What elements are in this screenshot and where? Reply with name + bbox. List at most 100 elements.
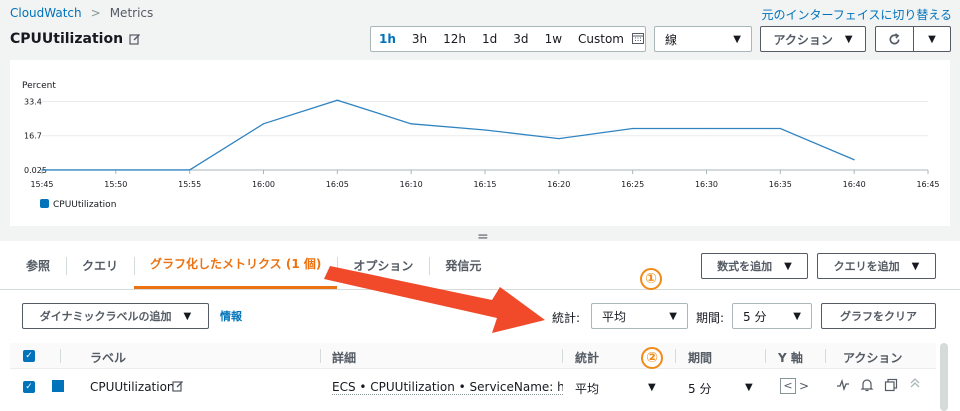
add-query-label: クエリを追加: [833, 260, 900, 273]
stat-value: 平均: [602, 309, 627, 324]
range-12h[interactable]: 12h: [435, 32, 474, 46]
y-tick-label: 16.7: [24, 132, 42, 141]
stat-select[interactable]: 平均 ▼: [591, 303, 688, 329]
refresh-options-caret-icon[interactable]: ▼: [914, 34, 950, 45]
column-divider: [825, 349, 826, 363]
legend-swatch: [40, 199, 49, 208]
scrollbar[interactable]: [940, 343, 948, 411]
header-details[interactable]: 詳細: [332, 349, 356, 366]
row-stat: 平均: [575, 382, 600, 396]
select-all-checkbox[interactable]: ✓: [23, 350, 35, 362]
header-yaxis[interactable]: Y 軸: [778, 349, 803, 366]
breadcrumb-current: Metrics: [109, 6, 154, 20]
add-math-button[interactable]: 数式を追加 ▼: [701, 253, 808, 279]
copy-icon[interactable]: [884, 378, 898, 396]
column-divider: [675, 349, 676, 363]
chevron-right-icon: >: [90, 6, 101, 20]
row-checkbox[interactable]: ✓: [23, 381, 35, 393]
y-tick-label: 33.4: [24, 97, 42, 106]
dynamic-label-button[interactable]: ダイナミックラベルの追加 ▼: [22, 303, 209, 329]
chart-panel: Percent 33.4 16.7 0.025 15:45 15:50 15:55 16:00…: [10, 60, 950, 226]
caret-down-icon: ▼: [669, 310, 677, 322]
range-1h[interactable]: 1h: [371, 32, 404, 46]
x-tick-label: 16:35: [769, 180, 792, 189]
column-divider: [562, 349, 563, 363]
range-1d[interactable]: 1d: [474, 32, 505, 46]
x-tick-label: 16:10: [400, 180, 423, 189]
tab-bar: 参照 クエリ グラフ化したメトリクス (1 個) オプション 発信元: [10, 241, 497, 289]
tab-source[interactable]: 発信元: [429, 241, 497, 289]
tab-graphed-metrics[interactable]: グラフ化したメトリクス (1 個): [134, 241, 338, 289]
clear-graph-button[interactable]: グラフをクリア: [821, 303, 936, 329]
yaxis-left-toggle[interactable]: <: [780, 378, 796, 394]
caret-down-icon: ▼: [784, 260, 792, 272]
calendar-icon[interactable]: [632, 32, 648, 47]
header-stat[interactable]: 統計: [575, 349, 599, 366]
x-tick-label: 16:45: [916, 180, 939, 189]
data-point: [484, 129, 486, 131]
add-query-button[interactable]: クエリを追加 ▼: [817, 253, 936, 279]
range-custom[interactable]: Custom: [570, 32, 632, 46]
data-point: [189, 169, 191, 171]
x-tick-label: 16:05: [326, 180, 349, 189]
table-header: ✓ ラベル 詳細 統計 期間 Y 軸 アクション: [10, 343, 936, 369]
refresh-icon[interactable]: [876, 27, 914, 51]
series-color-swatch[interactable]: [52, 380, 64, 392]
data-point: [41, 169, 43, 171]
edit-icon[interactable]: [172, 380, 184, 392]
row-period: 5 分: [688, 382, 712, 396]
stat-label: 統計:: [552, 311, 581, 325]
edit-icon[interactable]: [129, 33, 141, 45]
data-point: [115, 169, 117, 171]
breadcrumb: CloudWatch > Metrics: [10, 6, 153, 20]
switch-interface-link[interactable]: 元のインターフェイスに切り替える: [761, 6, 952, 23]
period-caret-icon[interactable]: ▼: [745, 382, 753, 393]
period-value: 5 分: [743, 309, 767, 324]
data-point: [632, 127, 634, 130]
tab-query[interactable]: クエリ: [66, 241, 134, 289]
x-tick-label: 16:00: [252, 180, 275, 189]
header-actions[interactable]: アクション: [843, 349, 902, 366]
divider: [0, 289, 960, 290]
caret-down-icon: ▼: [183, 310, 192, 322]
metric-title: CPUUtilization: [10, 31, 124, 47]
header-label[interactable]: ラベル: [90, 349, 126, 366]
refresh-group: ▼: [875, 26, 951, 52]
actions-button[interactable]: アクション ▼: [760, 26, 866, 52]
data-point: [262, 123, 265, 125]
tab-options[interactable]: オプション: [337, 241, 429, 289]
data-point: [853, 159, 855, 161]
anomaly-detection-icon[interactable]: [836, 378, 850, 396]
period-select[interactable]: 5 分 ▼: [732, 303, 812, 329]
yaxis-right-toggle[interactable]: >: [799, 379, 809, 393]
x-tick-label: 16:20: [547, 180, 570, 189]
breadcrumb-cloudwatch-link[interactable]: CloudWatch: [10, 6, 82, 20]
bell-icon[interactable]: [860, 378, 874, 396]
x-tick-label: 16:30: [695, 180, 718, 189]
data-point: [410, 123, 412, 125]
series-line-cpuutilization: [42, 99, 855, 171]
x-tick-label: 15:45: [30, 180, 53, 189]
range-3d[interactable]: 3d: [505, 32, 536, 46]
caret-down-icon: ▼: [911, 260, 920, 272]
data-point: [558, 137, 560, 140]
stat-caret-icon[interactable]: ▼: [648, 382, 656, 393]
data-point: [779, 127, 781, 130]
tab-browse[interactable]: 参照: [10, 241, 66, 289]
legend-label: CPUUtilization: [53, 200, 116, 210]
caret-down-icon: ▼: [844, 33, 853, 45]
y-axis-label: Percent: [22, 81, 56, 91]
info-link[interactable]: 情報: [220, 308, 242, 324]
range-1w[interactable]: 1w: [537, 32, 570, 46]
clear-graph-label: グラフをクリア: [840, 310, 917, 323]
row-details[interactable]: ECS • CPUUtilization • ServiceName: hato…: [332, 380, 563, 395]
row-label[interactable]: CPUUtilization: [90, 380, 175, 394]
range-3h[interactable]: 3h: [404, 32, 435, 46]
data-point: [705, 127, 708, 130]
move-up-icon[interactable]: [908, 376, 922, 394]
chart-type-select[interactable]: 線 ▼: [654, 26, 752, 52]
line-chart: Percent33.416.70.02515:45 15:50 15:55 16:00…: [22, 81, 940, 210]
header-period[interactable]: 期間: [688, 349, 712, 366]
annotation-marker-2: ②: [641, 347, 663, 369]
x-tick-label: 16:25: [621, 180, 644, 189]
